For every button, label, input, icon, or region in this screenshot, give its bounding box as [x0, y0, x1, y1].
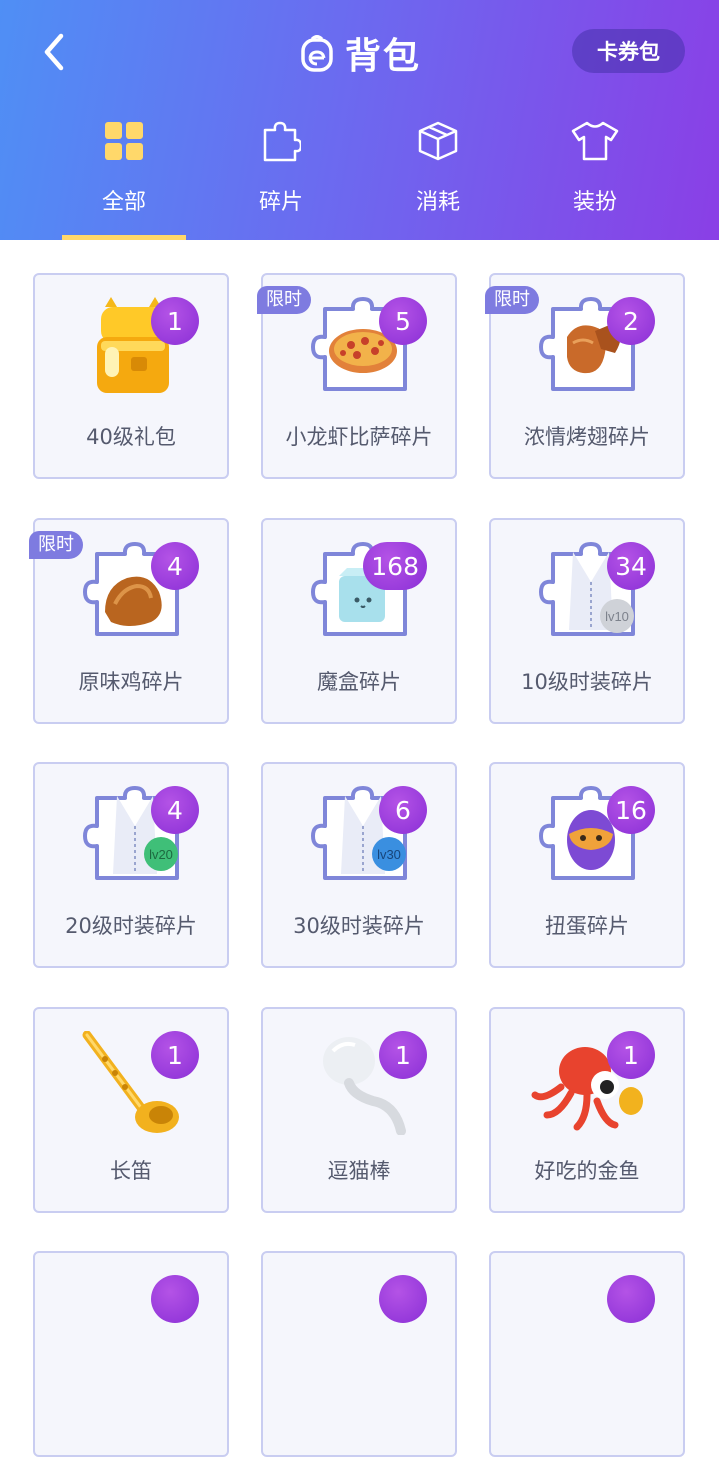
count-badge: 16 [607, 786, 655, 834]
grid-icon [94, 110, 154, 172]
tab-label: 碎片 [258, 190, 303, 215]
item-card[interactable]: 1 好吃的金鱼 [489, 1007, 685, 1213]
item-card[interactable] [489, 1251, 685, 1457]
item-card[interactable]: 限时 2 浓情烤翅碎片 [485, 273, 685, 479]
tab-all[interactable]: 全部 [62, 110, 186, 240]
item-name: 小龙虾比萨碎片 [285, 425, 433, 449]
box-icon [408, 110, 468, 172]
header-bar: 背包 卡券包 全部 碎片 消耗 装扮 [0, 0, 719, 240]
count-badge: 1 [151, 1031, 199, 1079]
level-tag: lv10 [605, 609, 629, 624]
chevron-left-icon [44, 33, 64, 71]
item-name: 逗猫棒 [327, 1159, 391, 1183]
item-card[interactable]: 168 魔盒碎片 [261, 518, 457, 724]
level-tag: lv20 [149, 847, 173, 862]
title-text: 背包 [344, 36, 421, 77]
count-badge: 1 [151, 297, 199, 345]
tab-fragments[interactable]: 碎片 [219, 110, 343, 240]
level-tag: lv30 [377, 847, 401, 862]
item-name: 30级时装碎片 [293, 914, 425, 938]
count-badge [151, 1275, 199, 1323]
item-card[interactable]: 16 扭蛋碎片 [489, 762, 685, 968]
item-name: 好吃的金鱼 [534, 1159, 640, 1183]
count-badge [607, 1275, 655, 1323]
tab-label: 全部 [101, 190, 146, 215]
limited-time-tag: 限时 [257, 286, 311, 314]
item-card[interactable]: 1 逗猫棒 [261, 1007, 457, 1213]
item-name: 40级礼包 [86, 425, 176, 449]
item-name: 10级时装碎片 [521, 670, 653, 694]
item-card[interactable]: 限时 5 小龙虾比萨碎片 [257, 273, 457, 479]
item-card[interactable]: lv10 34 10级时装碎片 [489, 518, 685, 724]
count-badge: 5 [379, 297, 427, 345]
count-badge: 2 [607, 297, 655, 345]
item-card[interactable]: 限时 4 原味鸡碎片 [29, 518, 229, 724]
item-name: 魔盒碎片 [317, 670, 401, 694]
item-name: 20级时装碎片 [65, 914, 197, 938]
item-name: 原味鸡碎片 [78, 670, 184, 694]
item-card[interactable]: 1 长笛 [33, 1007, 229, 1213]
count-badge: 4 [151, 542, 199, 590]
tab-label: 装扮 [572, 190, 617, 215]
item-card[interactable]: lv30 6 30级时装碎片 [261, 762, 457, 968]
tab-consumables[interactable]: 消耗 [376, 110, 500, 240]
limited-time-tag: 限时 [485, 286, 539, 314]
puzzle-icon [251, 110, 311, 172]
count-badge: 1 [607, 1031, 655, 1079]
tab-label: 消耗 [415, 190, 460, 215]
coupon-pack-button[interactable]: 卡券包 [572, 29, 685, 73]
back-button[interactable] [30, 28, 78, 76]
item-name: 浓情烤翅碎片 [524, 425, 650, 449]
count-badge: 4 [151, 786, 199, 834]
count-badge: 34 [607, 542, 655, 590]
item-card[interactable]: 1 40级礼包 [33, 273, 229, 479]
count-badge: 6 [379, 786, 427, 834]
tshirt-icon [565, 110, 625, 172]
limited-time-tag: 限时 [29, 531, 83, 559]
item-card[interactable]: lv20 4 20级时装碎片 [33, 762, 229, 968]
page-title: 背包 [280, 26, 440, 80]
count-badge: 168 [363, 542, 427, 590]
backpack-icon [301, 35, 333, 72]
count-badge [379, 1275, 427, 1323]
item-card[interactable] [33, 1251, 229, 1457]
item-name: 扭蛋碎片 [545, 914, 629, 938]
item-card[interactable] [261, 1251, 457, 1457]
item-grid: 1 40级礼包 限时 5 小龙虾比萨碎片 限时 2 浓情烤翅碎片 限时 4 原味… [0, 240, 719, 1457]
item-name: 长笛 [110, 1159, 152, 1183]
tab-outfits[interactable]: 装扮 [533, 110, 657, 240]
count-badge: 1 [379, 1031, 427, 1079]
